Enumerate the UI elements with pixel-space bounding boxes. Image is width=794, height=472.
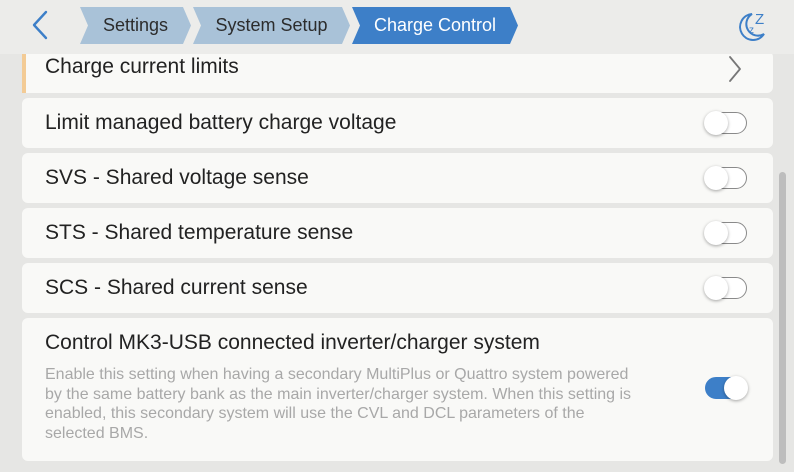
limit-charge-voltage-toggle[interactable] <box>704 111 747 135</box>
row-label: Charge current limits <box>45 55 239 78</box>
scs-toggle[interactable] <box>704 276 747 300</box>
breadcrumb-label: System Setup <box>215 15 328 35</box>
breadcrumb-label: Charge Control <box>373 15 497 35</box>
sleep-mode-button[interactable]: z Z <box>730 6 774 46</box>
toggle-knob <box>704 111 728 135</box>
row-limit-managed-battery-charge-voltage[interactable]: Limit managed battery charge voltage <box>22 98 773 148</box>
row-svs-shared-voltage-sense[interactable]: SVS - Shared voltage sense <box>22 153 773 203</box>
toggle-knob <box>704 166 728 190</box>
row-label: Limit managed battery charge voltage <box>45 111 397 134</box>
back-button[interactable] <box>26 8 54 42</box>
row-description: Enable this setting when having a second… <box>45 366 632 442</box>
mk3-usb-control-toggle[interactable] <box>705 376 748 400</box>
moon-sleep-icon: z Z <box>739 11 765 41</box>
sts-toggle[interactable] <box>704 221 747 245</box>
scrollbar-thumb[interactable] <box>779 172 786 464</box>
svg-text:Z: Z <box>755 11 764 28</box>
breadcrumb-settings[interactable]: Settings <box>80 7 191 44</box>
chevron-left-icon <box>32 10 48 40</box>
row-control-mk3-usb-inverter-charger[interactable]: Control MK3-USB connected inverter/charg… <box>22 318 773 461</box>
row-label: SCS - Shared current sense <box>45 276 308 299</box>
row-label: SVS - Shared voltage sense <box>45 166 309 189</box>
svs-toggle[interactable] <box>704 166 747 190</box>
toggle-knob <box>724 376 748 400</box>
row-scs-shared-current-sense[interactable]: SCS - Shared current sense <box>22 263 773 313</box>
breadcrumb-label: Settings <box>102 15 169 35</box>
toggle-knob <box>704 276 728 300</box>
top-bar: Settings System Setup Charge Control z Z <box>0 0 794 54</box>
toggle-knob <box>704 221 728 245</box>
row-sts-shared-temperature-sense[interactable]: STS - Shared temperature sense <box>22 208 773 258</box>
svg-text:z: z <box>749 25 754 36</box>
row-label: Control MK3-USB connected inverter/charg… <box>45 331 540 354</box>
row-charge-current-limits[interactable]: Charge current limits <box>22 54 773 93</box>
breadcrumb-charge-control[interactable]: Charge Control <box>352 7 518 44</box>
settings-list: Charge current limits Limit managed batt… <box>0 54 794 472</box>
chevron-right-icon <box>729 56 741 82</box>
row-label: STS - Shared temperature sense <box>45 221 354 244</box>
breadcrumb-system-setup[interactable]: System Setup <box>193 7 350 44</box>
